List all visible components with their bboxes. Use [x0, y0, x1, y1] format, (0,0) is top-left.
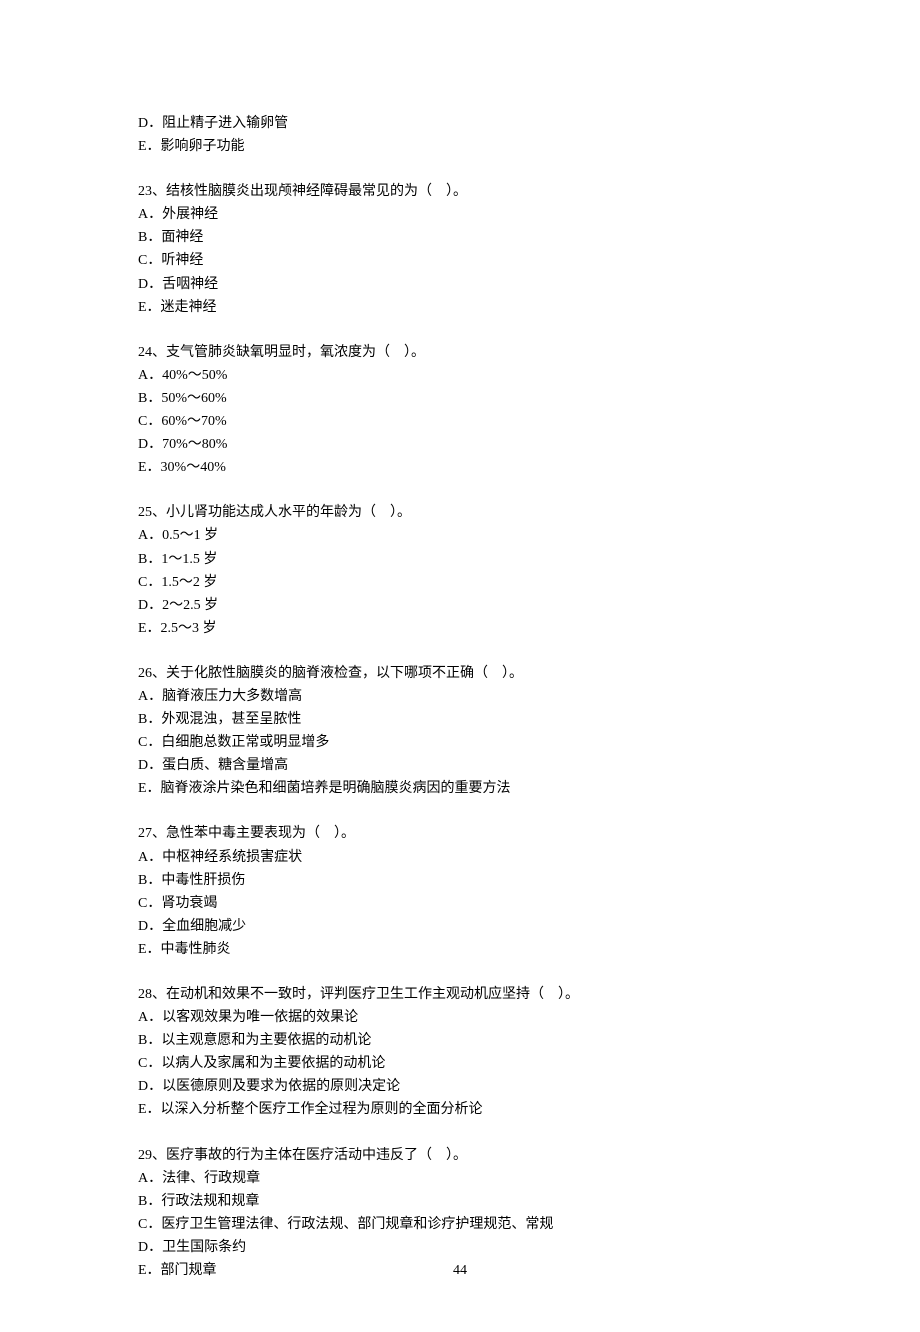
question-27-option-b: B．中毒性肝损伤 [138, 869, 782, 892]
question-24-stem: 24、支气管肺炎缺氧明显时，氧浓度为（ ）。 [138, 341, 782, 364]
question-26-stem: 26、关于化脓性脑膜炎的脑脊液检查，以下哪项不正确（ ）。 [138, 662, 782, 685]
question-28-option-b: B．以主观意愿和为主要依据的动机论 [138, 1029, 782, 1052]
option-d: D．阻止精子进入输卵管 [138, 112, 782, 135]
option-e: E．影响卵子功能 [138, 135, 782, 158]
question-25-option-c: C．1.5～2 岁 [138, 571, 782, 594]
question-23-option-d: D．舌咽神经 [138, 273, 782, 296]
question-27-option-a: A．中枢神经系统损害症状 [138, 846, 782, 869]
question-29-option-a: A．法律、行政规章 [138, 1167, 782, 1190]
question-28-option-e: E．以深入分析整个医疗工作全过程为原则的全面分析论 [138, 1098, 782, 1121]
question-27-option-e: E．中毒性肺炎 [138, 938, 782, 961]
question-24-option-b: B．50%～60% [138, 387, 782, 410]
question-26-option-e: E．脑脊液涂片染色和细菌培养是明确脑膜炎病因的重要方法 [138, 777, 782, 800]
question-25-option-e: E．2.5～3 岁 [138, 617, 782, 640]
question-23-stem: 23、结核性脑膜炎出现颅神经障碍最常见的为（ ）。 [138, 180, 782, 203]
question-23-option-b: B．面神经 [138, 226, 782, 249]
question-25-option-b: B．1～1.5 岁 [138, 548, 782, 571]
question-28-option-d: D．以医德原则及要求为依据的原则决定论 [138, 1075, 782, 1098]
question-26-option-b: B．外观混浊，甚至呈脓性 [138, 708, 782, 731]
question-29-stem: 29、医疗事故的行为主体在医疗活动中违反了（ ）。 [138, 1144, 782, 1167]
question-24-option-a: A．40%～50% [138, 364, 782, 387]
question-28-stem: 28、在动机和效果不一致时，评判医疗卫生工作主观动机应坚持（ ）。 [138, 983, 782, 1006]
question-25-stem: 25、小儿肾功能达成人水平的年龄为（ ）。 [138, 501, 782, 524]
question-29-option-c: C．医疗卫生管理法律、行政法规、部门规章和诊疗护理规范、常规 [138, 1213, 782, 1236]
question-24-option-e: E．30%～40% [138, 456, 782, 479]
question-28-option-c: C．以病人及家属和为主要依据的动机论 [138, 1052, 782, 1075]
question-26-option-a: A．脑脊液压力大多数增高 [138, 685, 782, 708]
exam-page: D．阻止精子进入输卵管 E．影响卵子功能 23、结核性脑膜炎出现颅神经障碍最常见… [0, 0, 920, 1332]
question-23-option-c: C．听神经 [138, 249, 782, 272]
question-28-option-a: A．以客观效果为唯一依据的效果论 [138, 1006, 782, 1029]
question-26-option-c: C．白细胞总数正常或明显增多 [138, 731, 782, 754]
question-23-option-a: A．外展神经 [138, 203, 782, 226]
question-29-option-d: D．卫生国际条约 [138, 1236, 782, 1259]
question-26-option-d: D．蛋白质、糖含量增高 [138, 754, 782, 777]
question-25-option-d: D．2～2.5 岁 [138, 594, 782, 617]
question-27-option-d: D．全血细胞减少 [138, 915, 782, 938]
question-25-option-a: A．0.5～1 岁 [138, 524, 782, 547]
question-24-option-d: D．70%～80% [138, 433, 782, 456]
question-23-option-e: E．迷走神经 [138, 296, 782, 319]
question-27-option-c: C．肾功衰竭 [138, 892, 782, 915]
question-29-option-b: B．行政法规和规章 [138, 1190, 782, 1213]
question-24-option-c: C．60%～70% [138, 410, 782, 433]
question-27-stem: 27、急性苯中毒主要表现为（ ）。 [138, 822, 782, 845]
page-number: 44 [0, 1259, 920, 1282]
